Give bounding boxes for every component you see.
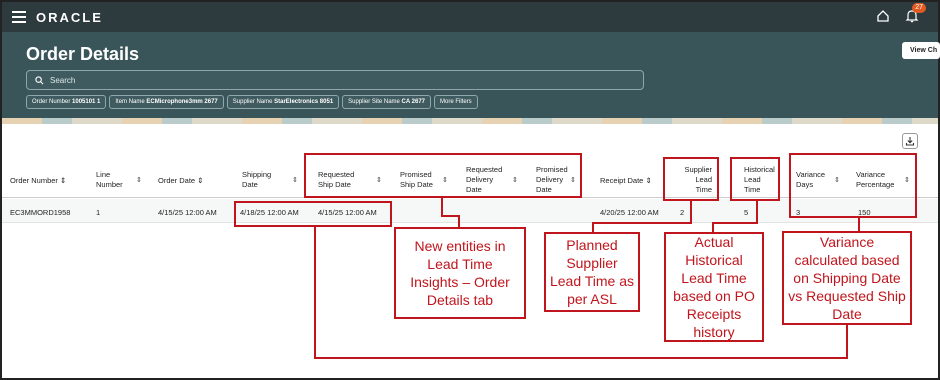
cell-historical-lead-time: 5 [744,208,749,217]
note-variance: Variance calculated based on Shipping Date… [782,231,912,325]
highlight-dates-row [234,201,392,227]
col-order-date[interactable]: Order Date ⇕ [158,176,204,186]
highlight-historical-lead-time [730,157,780,201]
highlight-new-entities-headers [304,153,582,198]
sort-icon[interactable]: ⇕ [645,176,651,185]
connector-line [592,222,692,224]
connector-line [592,222,594,232]
cell-order-number: EC3MMORD1958 [10,208,71,217]
connector-line [846,324,848,359]
connector-line [858,217,860,231]
menu-icon[interactable] [12,11,26,23]
search-icon [35,75,44,84]
sort-icon[interactable]: ⇕ [60,176,66,185]
sort-icon[interactable]: ⇕ [197,176,203,185]
more-filters-button[interactable]: More Filters [434,95,478,109]
filter-chip-order-number[interactable]: Order Number 1005101 1 [26,95,107,109]
filter-chips: Order Number 1005101 1 Item Name ECMicro… [26,95,478,109]
col-receipt-date[interactable]: Receipt Date ⇕ [600,176,652,186]
notifications-button[interactable]: 27 [904,3,926,24]
search-placeholder: Search [50,75,76,85]
download-button[interactable] [902,133,918,149]
filter-chip-supplier-name[interactable]: Supplier Name StarElectronics 8051 [226,95,340,109]
cell-order-date: 4/15/25 12:00 AM [158,208,217,217]
cell-receipt-date: 4/20/25 12:00 AM [600,208,659,217]
connector-line [712,222,758,224]
filter-chip-item-name[interactable]: Item Name ECMicrophone3mm 2677 [109,95,224,109]
download-icon [905,137,915,146]
col-shipping-date[interactable]: Shipping Date [242,170,271,190]
notification-badge: 27 [912,3,926,13]
connector-line [712,222,714,232]
page-title: Order Details [26,44,140,64]
connector-line [756,200,758,224]
note-new-entities: New entities in Lead Time Insights – Order… [394,227,526,319]
home-icon[interactable] [876,9,890,23]
view-button[interactable]: View Ch [902,42,940,59]
col-order-number[interactable]: Order Number ⇕ [10,176,66,186]
page-header: Order Details View Ch Search Order Numbe… [2,32,940,118]
cell-line-number: 1 [96,208,101,217]
connector-line [690,200,692,224]
sort-icon[interactable]: ⇕ [292,176,298,184]
global-header: ORACLE 27 [2,2,938,32]
note-planned-supplier: Planned Supplier Lead Time as per ASL [544,232,640,312]
search-input[interactable]: Search [26,70,644,90]
oracle-logo: ORACLE [36,9,103,25]
cell-supplier-lead-time: 2 [680,208,685,217]
filter-chip-supplier-site[interactable]: Supplier Site Name CA 2677 [342,95,432,109]
decorative-band [2,118,938,124]
sort-icon[interactable]: ⇕ [136,176,142,184]
connector-line [441,197,443,217]
connector-line [314,227,316,359]
note-actual-historical: Actual Historical Lead Time based on PO Rece… [664,232,764,342]
col-line-number[interactable]: Line Number [96,170,123,190]
highlight-variance-columns [789,153,917,218]
highlight-supplier-lead-time [663,157,719,201]
connector-line [314,357,848,359]
